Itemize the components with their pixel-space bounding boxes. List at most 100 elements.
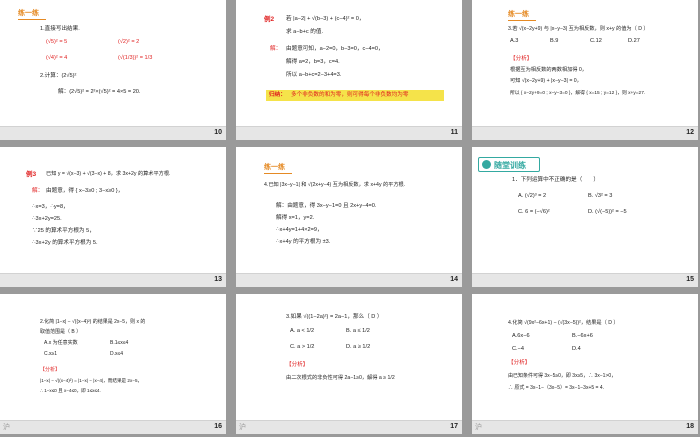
answer-1b: (√2)² = 2 [118, 39, 140, 45]
question-1: 1.直接写出结果. [40, 26, 80, 32]
solution-line-5: ∴3x+2y 的算术平方根为 5. [32, 240, 98, 246]
slide-footer: 沪 16 [0, 420, 226, 434]
option-a: A.x 为任意实数 [44, 340, 78, 346]
slide-footer: 15 [472, 273, 698, 287]
slide-footer: 12 [472, 126, 698, 140]
slide-heading: 练一练 [264, 164, 285, 171]
slide-heading: 练一练 [508, 11, 529, 18]
slide-number: 16 [214, 423, 222, 430]
slide-number: 12 [686, 129, 694, 136]
example-question: 已知 y = √(x−3) + √(3−x) + 8，求 3x+2y 的算术平方… [46, 171, 171, 177]
slide-footer: 11 [236, 126, 462, 140]
solution-label: 解： [270, 46, 282, 52]
slide-number: 15 [686, 276, 694, 283]
option-c: C.x≥1 [44, 351, 58, 357]
slide-footer: 沪 17 [236, 420, 462, 434]
section-badge: 随堂训练 [478, 157, 540, 172]
analysis-line-3: 所以 { x−2y+9=0 ; x−y−3=0 }，解得 { x=15 ; y=… [510, 91, 646, 96]
solution-line-2: 解得 x=1，y=2. [276, 215, 315, 221]
slide-number: 13 [214, 276, 222, 283]
option-d: D.27 [628, 38, 640, 44]
solution-line-1: 由题意可知，a−2=0，b−3=0，c−4=0， [286, 46, 384, 52]
slide-14[interactable]: 练一练 4.已知 |3x−y−1| 和 √(2x+y−4) 互为相反数，求 x+… [236, 147, 462, 287]
solution-2: 解：(2√5)² = 2²×(√5)² = 4×5 = 20. [58, 89, 141, 95]
slide-17[interactable]: 3.如果 √((1−2a)²) = 2a−1，那么（ D ） A. a < 1/… [236, 294, 462, 434]
option-b: B.9 [550, 38, 559, 44]
option-c: C. a > 1/2 [290, 344, 315, 350]
slide-number: 14 [450, 276, 458, 283]
slide-15[interactable]: 随堂训练 1．下列运算中不正确的是（ ） A. (√2)³ = 2 B. √3²… [472, 147, 698, 287]
question-3: 3.如果 √((1−2a)²) = 2a−1，那么（ D ） [286, 314, 383, 320]
analysis-label: 【分析】 [286, 362, 309, 368]
slide-11[interactable]: 例2 若 |a−2| + √(b−3) + (c−4)² = 0， 求 a−b+… [236, 0, 462, 140]
heading-underline [18, 19, 46, 20]
option-c: C.−4 [512, 346, 524, 352]
heading-underline [508, 20, 536, 21]
slide-number: 10 [214, 129, 222, 136]
analysis-line-2: ∴ 原式 = 3x−1−（3x−5）= 3x−1−3x+5 = 4. [508, 385, 605, 391]
slide-footer: 沪 18 [472, 420, 698, 434]
option-c: C. 6 = (−√6)² [518, 209, 550, 215]
slide-footer: 14 [236, 273, 462, 287]
slide-13[interactable]: 例3 已知 y = √(x−3) + √(3−x) + 8，求 3x+2y 的算… [0, 147, 226, 287]
option-a: A.6x−6 [512, 333, 530, 339]
analysis-line-1: |1−x| − √((x−4)²) = |1−x| − |x−4|，而结果是 2… [40, 378, 143, 383]
option-a: A. a < 1/2 [290, 328, 315, 334]
solution-line-2: ∴x=3，∴y=8， [32, 204, 69, 210]
heading-underline [264, 173, 292, 174]
solution-line-3: 所以 a−b+c=2−3+4=3. [286, 72, 342, 78]
analysis-line-1: 根据互为相反数的两数相加得 0， [510, 67, 587, 73]
slide-number: 11 [450, 129, 458, 136]
analysis-line-1: 由二次根式的非负性可得 2a−1≥0，解得 a ≥ 1/2 [286, 375, 395, 381]
option-b: B. a ≤ 1/2 [346, 328, 370, 334]
question-1: 1．下列运算中不正确的是（ ） [512, 177, 600, 183]
option-d: D. a ≥ 1/2 [346, 344, 371, 350]
slide-18[interactable]: 4.化简 √(9x²−6x+1) − (√(3x−5))²，结果是（ D ） A… [472, 294, 698, 434]
slide-10[interactable]: 练一练 1.直接写出结果. (√5)² = 5 (√2)² = 2 (√4)² … [0, 0, 226, 140]
option-b: B. √3² = 3 [588, 193, 613, 199]
slide-heading: 练一练 [18, 10, 39, 17]
option-c: C.12 [590, 38, 602, 44]
badge-title: 随堂训练 [494, 161, 526, 170]
option-d: D.4 [572, 346, 581, 352]
answer-1a: (√5)² = 5 [46, 39, 68, 45]
option-b: B.1≤x≤4 [110, 340, 129, 346]
question-4: 4.化简 √(9x²−6x+1) − (√(3x−5))²，结果是（ D ） [508, 320, 619, 326]
solution-line-2: 解得 a=2，b=3，c=4. [286, 59, 340, 65]
slide-license: 沪 [3, 424, 10, 431]
analysis-label: 【分析】 [510, 56, 533, 62]
slide-footer: 10 [0, 126, 226, 140]
answer-1d: (√(1/3))² = 1/3 [118, 55, 153, 61]
analysis-line-1: 由已知条件可得 3x−5≥0，即 3x≥5，∴ 3x−1>0， [508, 373, 617, 379]
slide-16[interactable]: 2.化简 |1−x| − √((x−4)²) 的结果是 2x−5，则 x 的 取… [0, 294, 226, 434]
slide-footer: 13 [0, 273, 226, 287]
solution-line-4: ∴x+4y 的平方根为 ±3. [276, 239, 331, 245]
option-a: A.3 [510, 38, 519, 44]
option-d: D.x≤4 [110, 351, 124, 357]
question-3: 3.若 √(x−2y+9) 与 |x−y−3| 互为相反数，则 x+y 的值为（… [508, 26, 649, 32]
option-b: B.−6x+6 [572, 333, 593, 339]
summary-label: 归纳： [269, 92, 286, 98]
analysis-label: 【分析】 [40, 367, 61, 373]
solution-line-4: ∵25 的算术平方根为 5， [32, 228, 95, 234]
example-label: 例2 [264, 16, 275, 23]
summary-text: 多个非负数的和为零，则可得每个非负数均为零 [291, 92, 409, 98]
example-ask: 求 a−b+c 的值. [286, 29, 323, 35]
slide-number: 17 [450, 423, 458, 430]
solution-line-1: 由题意，得 { x−3≥0 ; 3−x≥0 }， [46, 188, 124, 194]
option-a: A. (√2)³ = 2 [518, 193, 547, 199]
option-d: D. (√(−5))² = −5 [588, 209, 627, 215]
analysis-line-2: ∴ 1−x≤0 且 x−4≤0，即 1≤x≤4. [40, 388, 101, 393]
answer-1c: (√4)² = 4 [46, 55, 68, 61]
example-label: 例3 [26, 171, 37, 178]
solution-label: 解： [32, 188, 44, 194]
slide-license: 沪 [475, 424, 482, 431]
badge-circle-icon [482, 160, 491, 169]
analysis-label: 【分析】 [508, 360, 531, 366]
analysis-line-2: 可知 √(x−2y+9) + |x−y−3| = 0， [510, 78, 582, 84]
question-2-range: 取值范围是（ B ） [40, 329, 82, 335]
slide-number: 18 [686, 423, 694, 430]
slide-12[interactable]: 练一练 3.若 √(x−2y+9) 与 |x−y−3| 互为相反数，则 x+y … [472, 0, 698, 140]
slide-license: 沪 [239, 424, 246, 431]
question-2: 2.化简 |1−x| − √((x−4)²) 的结果是 2x−5，则 x 的 [40, 319, 146, 325]
